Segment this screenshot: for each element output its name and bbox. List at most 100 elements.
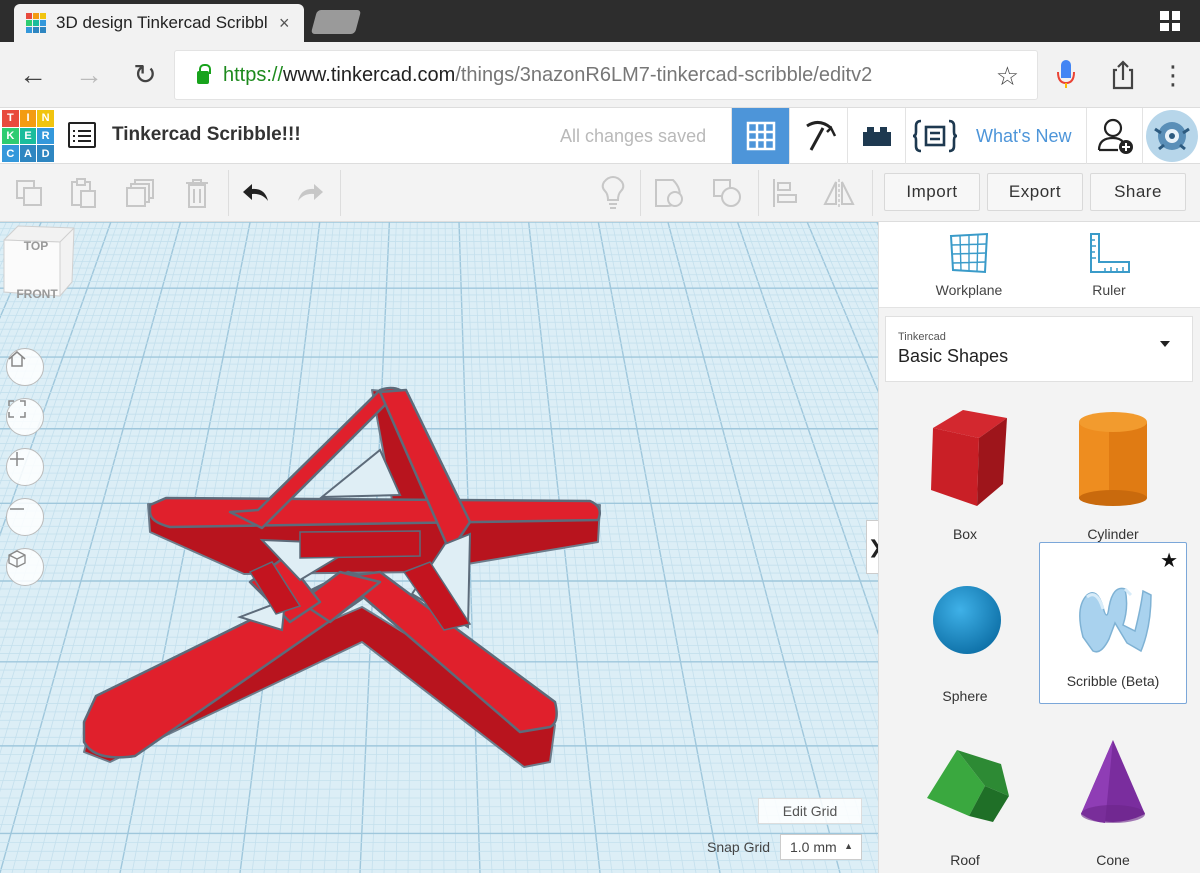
align-tool[interactable] xyxy=(768,176,802,210)
workplane-icon xyxy=(949,232,989,274)
shape-roof[interactable]: Roof xyxy=(891,720,1039,873)
view-cube[interactable]: TOP FRONT xyxy=(0,222,76,314)
codeblocks-button[interactable] xyxy=(905,108,963,164)
shape-label: Sphere xyxy=(942,688,988,704)
shape-scribble[interactable]: ★ Scribble (Beta) xyxy=(1039,542,1187,704)
tab-switcher-icon[interactable] xyxy=(1160,11,1180,31)
browser-menu-icon[interactable]: ⋮ xyxy=(1160,60,1186,91)
logo-letter: E xyxy=(19,127,37,145)
blocks-view-button[interactable] xyxy=(789,108,847,164)
cube-icon xyxy=(8,550,26,568)
fit-all-icon xyxy=(8,400,26,418)
design-list-icon[interactable] xyxy=(68,122,96,148)
undo-icon xyxy=(243,184,268,201)
brick-icon xyxy=(862,127,891,146)
zoom-out-button[interactable] xyxy=(6,498,44,536)
workplane-canvas[interactable]: TOP FRONT Edit Grid Snap Grid 1.0 mm ▲ ❯ xyxy=(0,222,878,873)
duplicate-tool[interactable] xyxy=(124,176,158,210)
snap-grid-value: 1.0 mm xyxy=(790,839,837,855)
library-provider: Tinkercad xyxy=(898,331,946,343)
shape-label: Roof xyxy=(950,852,980,868)
edit-grid-button[interactable]: Edit Grid xyxy=(758,798,862,824)
address-bar: ← → ↻ https://www.tinkercad.com/things/3… xyxy=(0,42,1200,108)
roof-icon xyxy=(927,750,1009,822)
grid-view-icon xyxy=(746,121,775,151)
url-field[interactable]: https://www.tinkercad.com/things/3nazonR… xyxy=(174,50,1038,100)
collapse-panel-button[interactable]: ❯ xyxy=(866,520,878,574)
reload-button[interactable]: ↻ xyxy=(126,56,164,94)
red-star-model[interactable] xyxy=(0,222,878,873)
shape-box[interactable]: Box xyxy=(891,394,1039,556)
share-page-icon[interactable] xyxy=(1108,58,1138,92)
sphere-icon xyxy=(933,586,1001,654)
logo-letter: K xyxy=(2,127,19,145)
mirror-tool[interactable] xyxy=(822,176,856,210)
duplicate-icon xyxy=(126,179,154,207)
edit-toolbar: Import Export Share xyxy=(0,164,1200,222)
save-status: All changes saved xyxy=(560,126,707,146)
home-icon xyxy=(8,351,26,367)
redo-tool[interactable] xyxy=(294,176,328,210)
workplane-tool[interactable]: Workplane xyxy=(909,232,1029,298)
bricks-view-button[interactable] xyxy=(847,108,905,164)
group-tool[interactable] xyxy=(652,176,686,210)
zoom-in-button[interactable] xyxy=(6,448,44,486)
app-header: TIN KER CAD Tinkercad Scribble!!! All chan… xyxy=(0,108,1200,164)
tab-close-icon[interactable]: × xyxy=(279,13,290,34)
design-title[interactable]: Tinkercad Scribble!!! xyxy=(112,124,301,146)
shape-library-dropdown[interactable]: Tinkercad Basic Shapes xyxy=(885,316,1193,382)
logo-letter: N xyxy=(37,110,54,127)
cylinder-icon xyxy=(1079,412,1147,506)
shape-cone[interactable]: Cone xyxy=(1039,720,1187,873)
box-icon xyxy=(931,410,1007,506)
workplane-tool-label: Workplane xyxy=(935,282,1003,298)
plus-icon xyxy=(10,452,24,466)
tinkercad-favicon-icon xyxy=(26,13,46,33)
shape-sphere[interactable]: Sphere xyxy=(891,556,1039,718)
forward-button[interactable]: → xyxy=(70,56,108,94)
align-icon xyxy=(773,179,797,207)
delete-tool[interactable] xyxy=(180,176,214,210)
lock-icon xyxy=(197,63,211,84)
bookmark-star-icon[interactable]: ☆ xyxy=(996,61,1019,92)
toolbar-divider xyxy=(640,170,641,216)
user-avatar[interactable] xyxy=(1142,108,1200,164)
shape-cylinder[interactable]: Cylinder xyxy=(1039,394,1187,556)
shapes-panel: Workplane Ruler Tinkercad Basic Shapes B… xyxy=(878,222,1200,873)
logo-letter: C xyxy=(2,145,19,162)
new-tab-button[interactable] xyxy=(310,10,362,34)
share-button[interactable]: Share xyxy=(1090,173,1186,211)
whats-new-link[interactable]: What's New xyxy=(976,126,1071,147)
mirror-icon xyxy=(823,179,855,207)
import-button[interactable]: Import xyxy=(884,173,980,211)
viewcube-top-label: TOP xyxy=(24,239,48,253)
undo-tool[interactable] xyxy=(238,176,272,210)
invite-user-button[interactable] xyxy=(1086,108,1144,164)
ungroup-tool[interactable] xyxy=(710,176,744,210)
home-view-button[interactable] xyxy=(6,348,44,386)
ruler-tool[interactable]: Ruler xyxy=(1049,232,1169,298)
logo-letter: A xyxy=(19,145,37,162)
tab-title: 3D design Tinkercad Scribbl xyxy=(56,13,268,32)
tinkercad-logo[interactable]: TIN KER CAD xyxy=(2,110,54,162)
paste-tool[interactable] xyxy=(66,176,100,210)
ruler-icon xyxy=(1090,233,1130,273)
3d-view-button[interactable] xyxy=(731,108,789,164)
snap-grid-select[interactable]: 1.0 mm ▲ xyxy=(780,834,862,860)
light-bulb-tool[interactable] xyxy=(596,176,630,210)
paste-icon xyxy=(71,178,96,208)
toolbar-divider xyxy=(758,170,759,216)
lightbulb-icon xyxy=(601,176,625,209)
pickaxe-icon xyxy=(805,121,836,151)
toolbar-divider xyxy=(228,170,229,216)
viewcube-front-label: FRONT xyxy=(16,287,58,301)
microphone-icon[interactable] xyxy=(1054,58,1078,92)
browser-tab[interactable]: 3D design Tinkercad Scribbl × xyxy=(14,4,304,42)
perspective-toggle-button[interactable] xyxy=(6,548,44,586)
back-button[interactable]: ← xyxy=(14,56,52,94)
export-button[interactable]: Export xyxy=(987,173,1083,211)
snap-grid-label: Snap Grid xyxy=(707,839,771,855)
minus-icon xyxy=(10,508,24,510)
fit-view-button[interactable] xyxy=(6,398,44,436)
copy-tool[interactable] xyxy=(12,176,46,210)
